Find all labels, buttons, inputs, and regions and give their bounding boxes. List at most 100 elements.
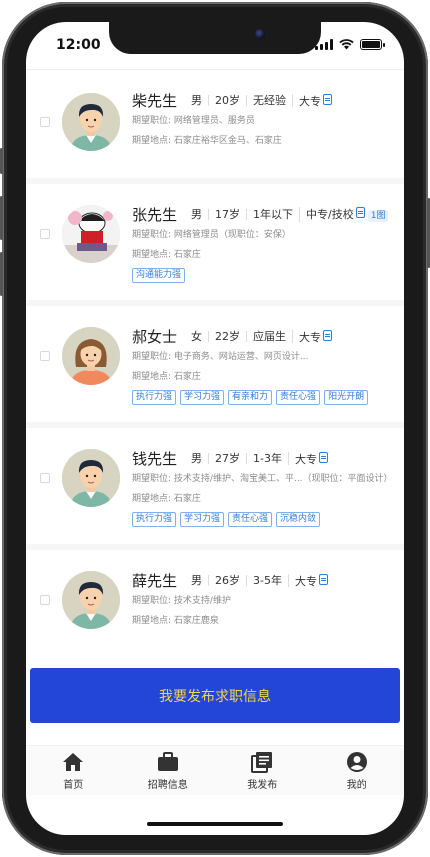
candidate-card[interactable]: 柴先生 男 20岁 无经验 大专 期望职位: 网络管理员、服务员 期望地点: 石… <box>26 70 404 184</box>
man-avatar <box>62 571 120 629</box>
man-avatar <box>62 449 120 507</box>
skill-tag: 学习力强 <box>180 390 225 405</box>
expected-position: 期望职位: 电子商务、网站运营、网页设计... <box>132 352 309 362</box>
expected-position: 期望职位: 网络管理员、服务员 <box>132 116 255 126</box>
tab-label: 我发布 <box>247 779 278 791</box>
woman-avatar <box>62 327 120 385</box>
tab-profile[interactable]: 我的 <box>317 751 397 791</box>
skill-tag: 学习力强 <box>180 512 225 527</box>
skill-tag: 沉稳内敛 <box>276 512 321 527</box>
expected-position: 期望职位: 技术支持/维护、淘宝美工、平...（现职位：平面设计） <box>132 474 393 484</box>
photo-avatar <box>62 205 120 263</box>
candidate-info: 钱先生 男 27岁 1-3年 大专 期望职位: 技术支持/维护、淘宝美工、平..… <box>132 447 404 527</box>
skill-tag: 执行力强 <box>132 512 177 527</box>
briefcase-icon <box>157 751 179 773</box>
tab-jobs[interactable]: 招聘信息 <box>128 751 208 791</box>
candidate-education: 大专 <box>292 329 338 343</box>
skill-tags: 沟通能力强 <box>132 268 404 283</box>
candidate-info: 张先生 男 17岁 1年以下 中专/技校 1图 期望职位: 网络管理员（现职位：安… <box>132 203 404 283</box>
notch <box>109 22 321 54</box>
select-checkbox[interactable] <box>40 473 50 483</box>
candidate-education: 大专 <box>292 93 338 107</box>
candidate-gender: 男 <box>191 573 203 587</box>
skill-tag: 阳光开朗 <box>324 390 369 405</box>
home-indicator[interactable] <box>147 822 283 826</box>
candidate-experience: 1-3年 <box>246 452 288 464</box>
user-icon <box>346 751 368 773</box>
candidate-experience: 无经验 <box>246 94 292 106</box>
candidate-name: 钱先生 <box>132 449 178 468</box>
candidate-age: 26岁 <box>208 574 246 586</box>
tab-label: 首页 <box>63 779 84 791</box>
candidate-info: 柴先生 男 20岁 无经验 大专 期望职位: 网络管理员、服务员 期望地点: 石… <box>132 89 404 151</box>
home-icon <box>62 751 84 773</box>
skill-tag: 责任心强 <box>276 390 321 405</box>
tab-my-posts[interactable]: 我发布 <box>222 751 302 791</box>
expected-location: 期望地点: 石家庄裕华区金马、石家庄 <box>132 136 282 146</box>
candidate-gender: 男 <box>191 93 203 107</box>
resume-icon <box>318 451 328 463</box>
expected-position: 期望职位: 技术支持/维护 <box>132 596 231 606</box>
resume-icon <box>323 93 333 105</box>
candidate-gender: 女 <box>191 329 203 343</box>
candidate-education: 中专/技校 1图 <box>299 206 394 222</box>
expected-location: 期望地点: 石家庄 <box>132 250 201 260</box>
tab-home[interactable]: 首页 <box>33 751 113 791</box>
candidate-experience: 应届生 <box>246 330 292 342</box>
candidate-age: 22岁 <box>208 330 246 342</box>
candidate-age: 27岁 <box>208 452 246 464</box>
select-checkbox[interactable] <box>40 117 50 127</box>
tab-label: 我的 <box>346 779 367 791</box>
candidate-list: 柴先生 男 20岁 无经验 大专 期望职位: 网络管理员、服务员 期望地点: 石… <box>26 69 404 656</box>
candidate-education: 大专 <box>287 451 334 465</box>
publish-job-seeking-button[interactable]: 我要发布求职信息 <box>30 668 400 723</box>
select-checkbox[interactable] <box>40 351 50 361</box>
skill-tags: 执行力强 学习力强 有亲和力 责任心强 阳光开朗 <box>132 390 404 405</box>
status-time: 12:00 <box>56 37 101 53</box>
skill-tag: 有亲和力 <box>228 390 273 405</box>
candidate-age: 17岁 <box>208 208 246 220</box>
battery-icon <box>360 39 385 50</box>
candidate-card[interactable]: 薛先生 男 26岁 3-5年 大专 期望职位: 技术支持/维护 期望地点: 石家… <box>26 550 404 656</box>
skill-tag: 责任心强 <box>228 512 273 527</box>
candidate-gender: 男 <box>191 207 203 221</box>
man-avatar <box>62 93 120 151</box>
candidate-info: 郝女士 女 22岁 应届生 大专 期望职位: 电子商务、网站运营、网页设计...… <box>132 325 404 405</box>
wifi-icon <box>339 39 354 50</box>
candidate-name: 柴先生 <box>132 91 178 110</box>
skill-tag: 执行力强 <box>132 390 177 405</box>
volume-up-button <box>0 196 3 240</box>
documents-icon <box>251 751 273 773</box>
resume-icon <box>318 573 328 585</box>
candidate-experience: 3-5年 <box>246 574 288 586</box>
photo-count-badge: 1图 <box>367 209 389 222</box>
candidate-age: 20岁 <box>208 94 246 106</box>
camera-icon <box>255 29 265 39</box>
resume-icon <box>323 329 333 341</box>
tab-bar: 首页 招聘信息 我发布 我的 <box>26 745 404 795</box>
skill-tags: 执行力强 学习力强 责任心强 沉稳内敛 <box>132 512 404 527</box>
candidate-name: 张先生 <box>132 205 178 224</box>
screen: 12:00 柴先生 男 20岁 无经验 大专 期望职位: 网络管理员、服务员 期… <box>26 22 404 835</box>
volume-down-button <box>0 252 3 296</box>
expected-location: 期望地点: 石家庄 <box>132 494 201 504</box>
expected-position: 期望职位: 网络管理员（现职位：安保） <box>132 230 291 240</box>
select-checkbox[interactable] <box>40 229 50 239</box>
candidate-card[interactable]: 郝女士 女 22岁 应届生 大专 期望职位: 电子商务、网站运营、网页设计...… <box>26 306 404 428</box>
candidate-info: 薛先生 男 26岁 3-5年 大专 期望职位: 技术支持/维护 期望地点: 石家… <box>132 569 404 631</box>
mute-switch <box>0 148 3 174</box>
candidate-education: 大专 <box>287 573 334 587</box>
resume-icon <box>355 206 365 218</box>
expected-location: 期望地点: 石家庄鹿泉 <box>132 616 219 626</box>
candidate-card[interactable]: 钱先生 男 27岁 1-3年 大专 期望职位: 技术支持/维护、淘宝美工、平..… <box>26 428 404 550</box>
select-checkbox[interactable] <box>40 595 50 605</box>
expected-location: 期望地点: 石家庄 <box>132 372 201 382</box>
candidate-name: 薛先生 <box>132 571 178 590</box>
candidate-experience: 1年以下 <box>246 208 299 220</box>
candidate-gender: 男 <box>191 451 203 465</box>
skill-tag: 沟通能力强 <box>132 268 186 283</box>
candidate-name: 郝女士 <box>132 327 178 346</box>
status-icons <box>315 39 385 50</box>
candidate-card[interactable]: 张先生 男 17岁 1年以下 中专/技校 1图 期望职位: 网络管理员（现职位：安… <box>26 184 404 306</box>
tab-label: 招聘信息 <box>147 779 188 791</box>
